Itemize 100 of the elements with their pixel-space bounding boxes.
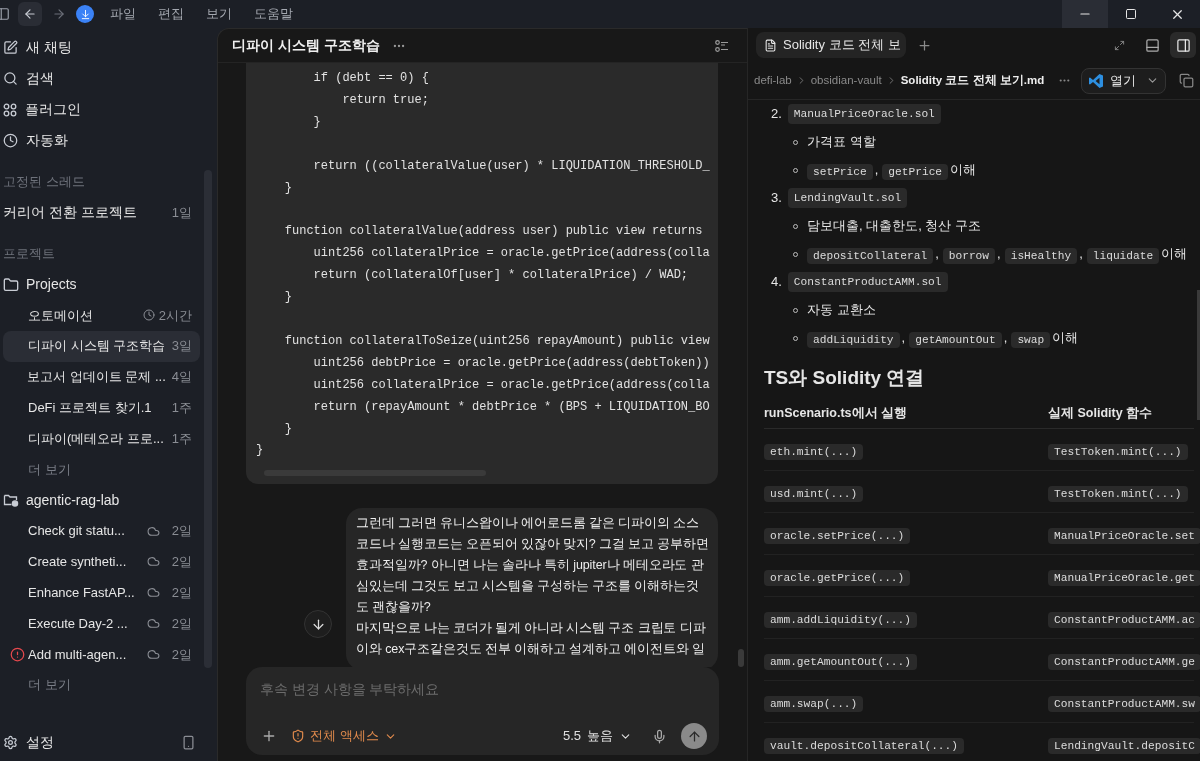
list-number: 2. [771,105,782,124]
thread-item[interactable]: Check git statu... 2일 [3,515,200,547]
side-panel-toggle[interactable] [1170,32,1196,58]
menu-item[interactable]: 도움말 [254,4,293,24]
download-arrow-icon [79,8,91,20]
thread-item[interactable]: 디파이(메테오라 프로... 1주 [3,423,200,454]
table-cell: amm.addLiquidity(...) [764,611,917,628]
table-cell: oracle.getPrice(...) [764,569,911,586]
list-text: 자동 교환소 [807,301,876,320]
cloud-icon [146,586,160,600]
thread-item[interactable]: 오토메이션 2시간 [3,300,200,331]
breadcrumb-item[interactable]: defi-lab [754,71,792,90]
thread-item[interactable]: Add multi-agen... 2일 [3,638,200,670]
code-line: return ((collateralValue(user) * LIQUIDATION_THRESHOLD_ [312,157,710,175]
menu-item[interactable]: 편집 [158,4,184,24]
thread-item[interactable]: 보고서 업데이트 문제 ... 4일 [3,361,200,393]
list-number: 3. [771,189,782,208]
code-line: return (collateralOf[user] * collateralPrice) / WAD; [312,267,689,285]
file-name: ConstantProductAMM.sol [787,271,948,293]
file-name: LendingVault.sol [787,187,908,209]
thread-title: DeFi 프로젝트 찾기.1 [28,399,153,418]
thread-age: 2일 [171,614,192,633]
table-cell: ManualPriceOracle.get [1048,569,1200,586]
new-tab-icon[interactable] [917,37,932,53]
microphone-icon[interactable] [652,728,667,744]
access-dropdown[interactable]: 전체 액세스 [291,726,397,746]
pinned-thread[interactable]: 커리어 전환 프로젝트 1일 [3,197,200,228]
sidebar-action[interactable]: 자동화 [3,125,200,156]
column-header: 실제 Solidity 함수 [1048,405,1153,423]
new-chat-icon [3,40,18,55]
scrollbar[interactable] [1197,290,1200,420]
chat-title: 디파이 시스템 구조학습 [232,36,380,55]
table-cell: ConstantProductAMM.sw [1048,695,1200,712]
inline-code: getPrice [882,164,949,180]
project-folder[interactable]: agentic-rag-lab [3,484,200,516]
inline-code: setPrice [807,164,873,180]
scroll-down-button[interactable] [304,610,332,638]
sidebar-action[interactable]: 플러그인 [3,94,200,125]
code-line: uint256 collateralPrice = oracle.getPrice(address(colla [312,245,710,263]
sidebar-action[interactable]: 검색 [3,63,200,94]
expand-icon[interactable] [1114,39,1125,51]
file-name: ManualPriceOracle.sol [787,103,941,125]
folder-icon [3,492,19,509]
thread-age: 2일 [171,553,192,572]
breadcrumb-item[interactable]: Solidity 코드 전체 보기.md [900,71,1045,90]
inline-code: addLiquidity [807,332,900,348]
code-line: function collateralValue(address user) public view returns [283,223,703,241]
table-cell: vault.depositCollateral(...) [764,737,964,754]
thread-age: 2일 [171,584,192,602]
menu-item[interactable]: 보기 [206,4,232,24]
thread-item[interactable]: Enhance FastAP... 2일 [3,577,200,609]
sidebar-action[interactable]: 새 채팅 [3,32,200,63]
checklist-icon[interactable] [715,39,729,52]
table-cell: amm.swap(...) [764,695,864,712]
forward-icon[interactable] [52,7,66,21]
thread-title: Add multi-agen... [28,645,128,664]
send-button[interactable] [681,723,707,749]
code-line: uint256 debtPrice = oracle.getPrice(address(debtToken)) [312,354,710,372]
menu-item[interactable]: 파일 [110,4,136,24]
message-text: 그런데 그러면 유니스왑이나 에어로드롬 같은 디파이의 소스 코드나 실행코드는 오픈되어 있잖아 맞지? 그걸 보고 공부하면 효과적일까? 아니면 나는 솔라나 특히 jupiter나 메테오라도 관 심있는데 그것도 보고 시스템을 구성하는 구조를 이해하는것 도 괜찮을까? 마지막으로 나는 코더가 될게 아니라 시스템 구조 크립토 디파 이와 cex구조같은것도 전부 이해하고 설계하고 에이전트와 일 [356,515,709,659]
file-tab[interactable]: Solidity 코드 전체 보 [756,32,906,58]
add-icon[interactable] [261,728,277,744]
open-button[interactable]: 열기 [1081,67,1167,94]
thread-item[interactable]: Create syntheti... 2일 [3,546,200,578]
table-cell: oracle.setPrice(...) [764,527,911,544]
code-line: } [283,179,292,197]
file-icon [764,38,777,52]
thread-item[interactable]: 디파이 시스템 구조학습 3일 [3,330,200,362]
code-line: } [283,420,292,438]
scrollbar[interactable] [738,649,744,667]
list-text: 담보대출, 대출한도, 청산 구조 [807,217,982,236]
thread-title: Create syntheti... [28,553,128,572]
list-text: 이해 [950,161,977,180]
shield-icon [291,729,305,743]
list-text: , [1079,245,1083,264]
model-dropdown[interactable]: 5.5 높음 [562,726,632,746]
show-more-link[interactable]: 더 보기 [3,454,200,485]
show-more-link[interactable]: 더 보기 [3,669,200,701]
list-text: , [901,329,906,348]
download-icon[interactable] [76,5,94,23]
inline-code: borrow [942,248,996,264]
sidebar-toggle-icon[interactable] [0,7,10,21]
section-label: 고정된 스레드 [3,172,86,191]
project-folder[interactable]: Projects [3,269,200,300]
cloud-icon [146,524,160,538]
bottom-panel-icon[interactable] [1145,37,1160,53]
cloud-icon [146,617,160,631]
column-header: runScenario.ts에서 실행 [764,405,908,423]
thread-item[interactable]: DeFi 프로젝트 찾기.1 1주 [3,392,200,424]
message-input[interactable]: 후속 변경 사항을 부탁하세요 [260,680,707,701]
copy-icon[interactable] [1179,73,1194,88]
settings-link[interactable]: 설정 [26,731,54,753]
table-cell: amm.getAmountOut(...) [764,653,917,670]
breadcrumb-item[interactable]: obsidian-vault [810,71,882,90]
thread-item[interactable]: Execute Day-2 ... 2일 [3,608,200,639]
code-line: uint256 collateralPrice = oracle.getPrice(address(colla [312,376,710,394]
phone-icon[interactable] [181,734,196,750]
inline-code: liquidate [1086,248,1160,264]
back-button[interactable] [18,2,42,26]
thread-title: 디파이(메테오라 프로... [28,429,165,448]
